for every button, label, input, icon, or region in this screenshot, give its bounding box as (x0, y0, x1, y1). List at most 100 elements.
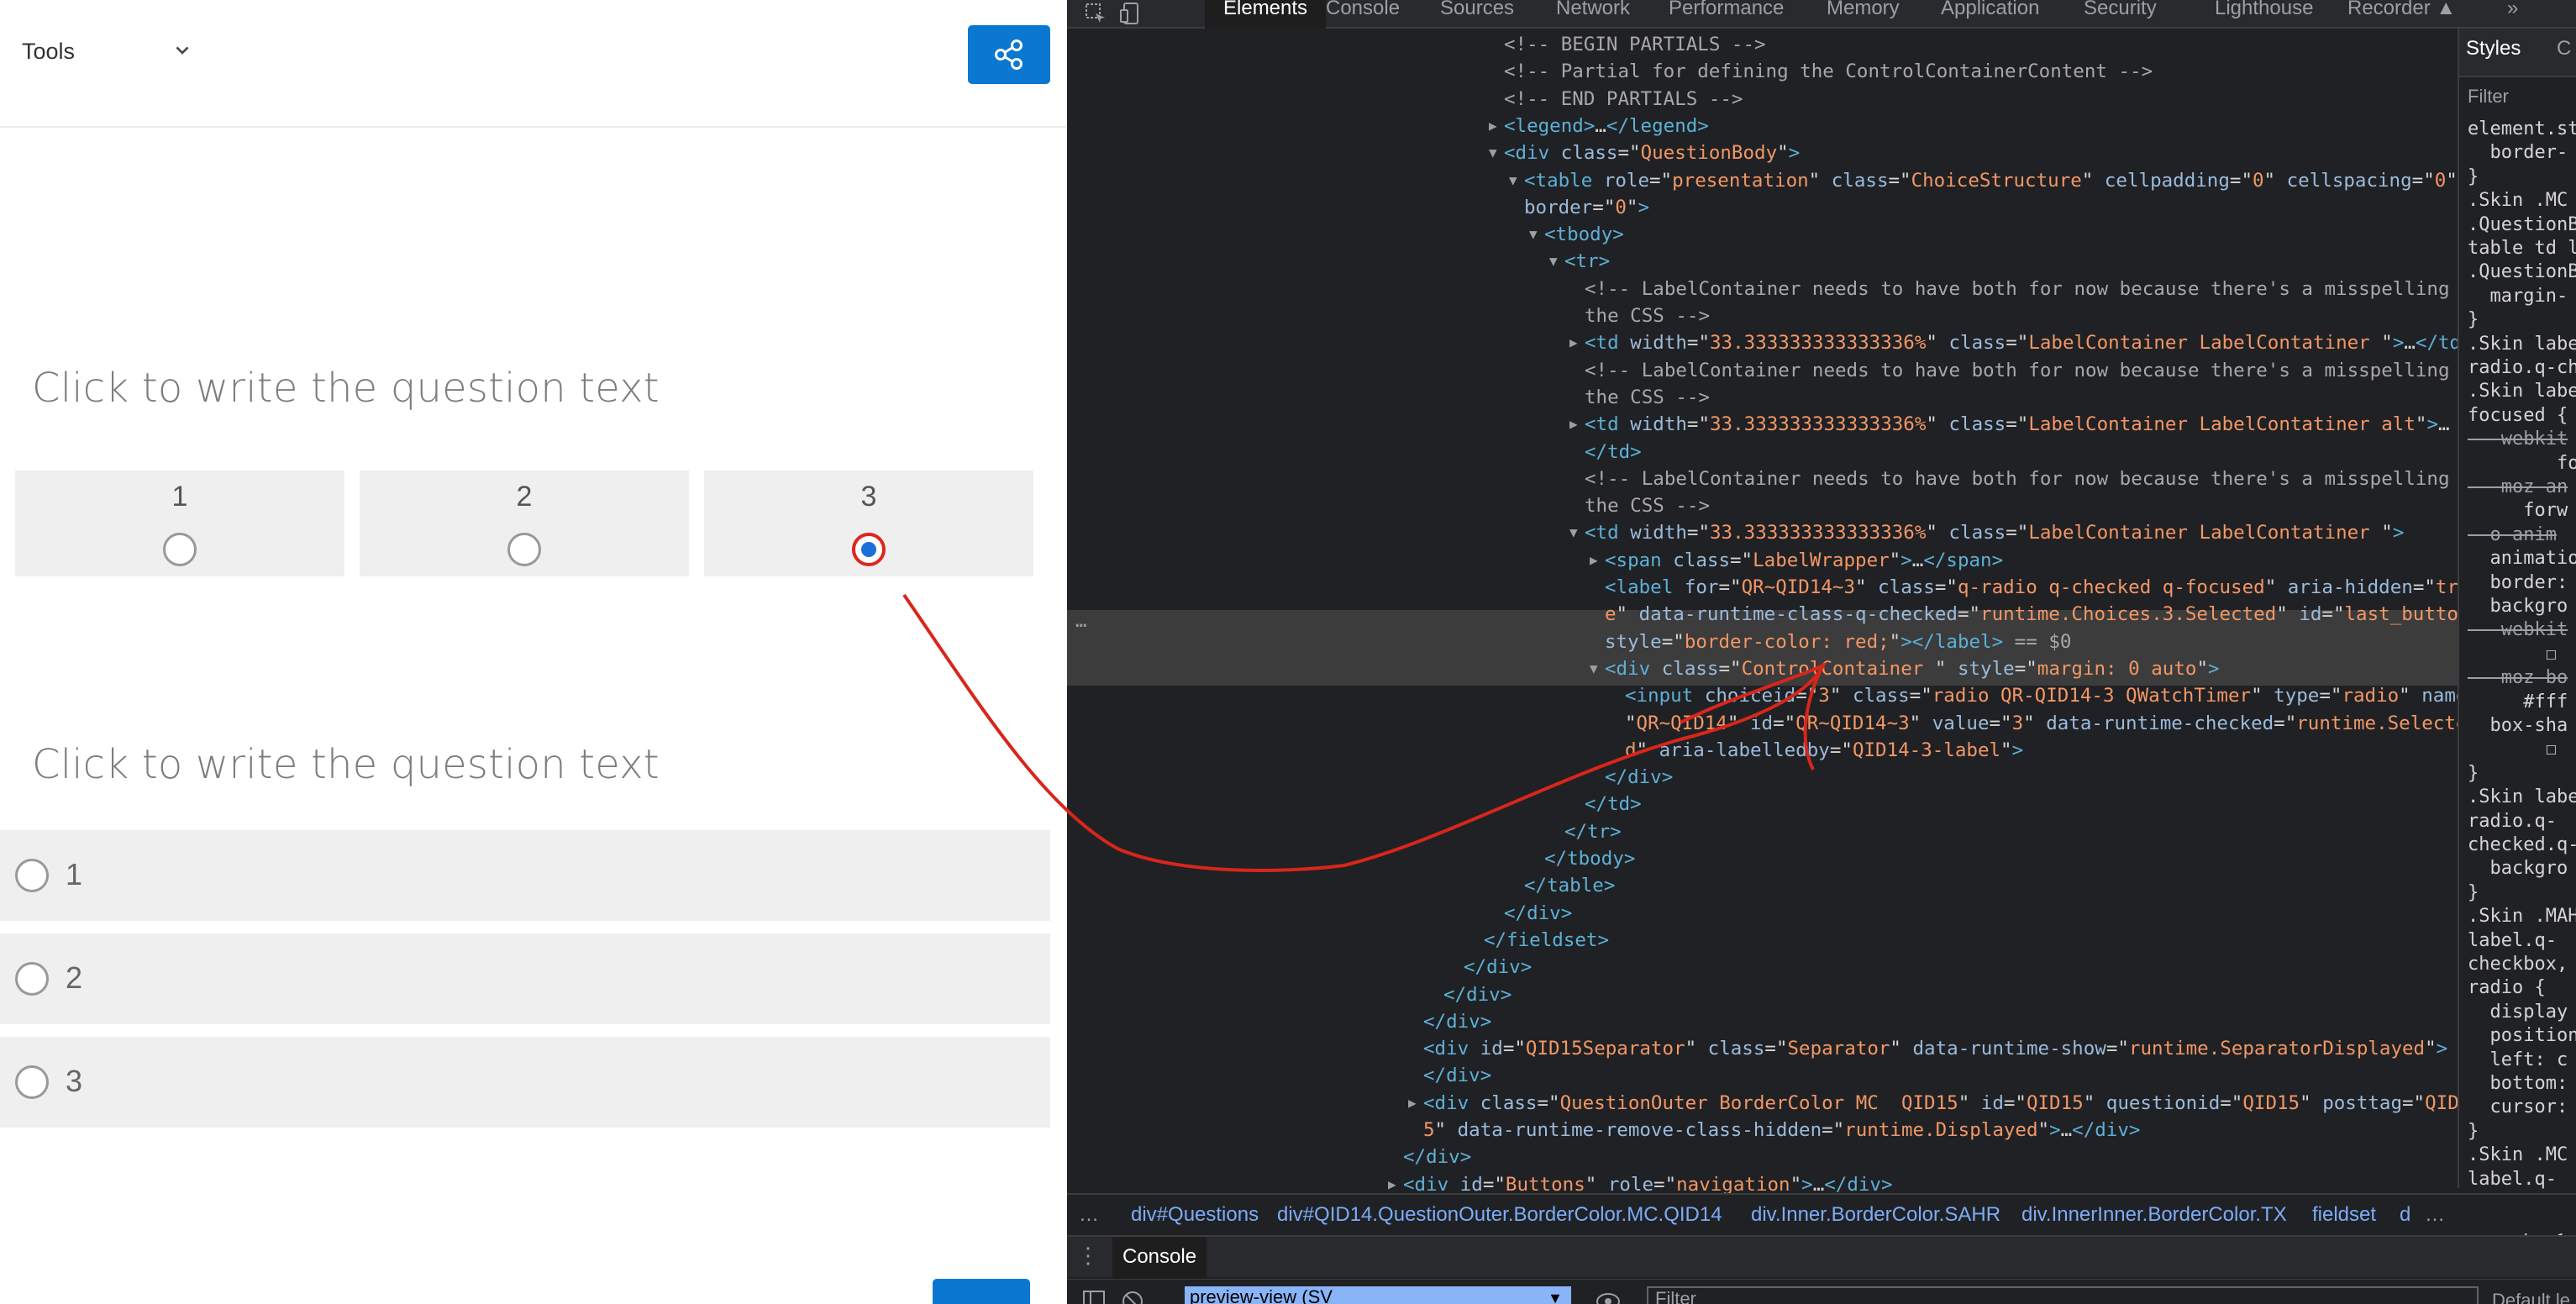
dom-node-line[interactable]: e" data-runtime-class-q-checked="runtime… (1605, 602, 2481, 627)
dom-node-line[interactable]: 5" data-runtime-remove-class-hidden="run… (1423, 1117, 2140, 1143)
sidebar-toggle-icon[interactable] (1082, 1290, 1106, 1304)
dom-node-line[interactable]: the CSS --> (1585, 493, 1710, 518)
expand-triangle-icon[interactable]: ▼ (1569, 520, 1578, 545)
more-tabs-icon[interactable]: » (2507, 0, 2518, 29)
dom-node-line[interactable]: ▼ <td width="33.333333333333336%" class="… (1569, 520, 2404, 545)
eye-icon[interactable] (1595, 1290, 1622, 1304)
choice-row-1[interactable]: 1 (0, 830, 1050, 921)
tab-console-drawer[interactable]: Console (1112, 1237, 1207, 1279)
breadcrumb-item[interactable]: div#Questions (1131, 1203, 1259, 1227)
tab-performance[interactable]: Performance (1669, 0, 1784, 29)
tab-styles[interactable]: Styles (2466, 37, 2521, 60)
inspect-element-icon[interactable] (1084, 2, 1107, 25)
dom-node-line[interactable]: </fieldset> (1484, 928, 1609, 953)
dom-node-line[interactable]: "QR~QID14" id="QR~QID14~3" value="3" dat… (1625, 711, 2467, 736)
dom-node-line[interactable]: </div> (1423, 1063, 1491, 1088)
expand-triangle-icon[interactable]: ▼ (1549, 249, 1558, 274)
tab-security[interactable]: Security (2084, 0, 2157, 29)
dom-node-line[interactable]: ▶ <td width="33.333333333333336%" class="… (1569, 412, 2450, 437)
choice-3-cell[interactable]: 3 (704, 471, 1033, 576)
collapse-triangle-icon[interactable]: ▶ (1489, 113, 1497, 139)
collapse-triangle-icon[interactable]: ▶ (1408, 1091, 1417, 1116)
next-button[interactable] (933, 1279, 1030, 1304)
dom-node-line[interactable]: </div> (1443, 982, 1511, 1007)
tab-recorder[interactable]: Recorder ▲ (2347, 0, 2456, 29)
radio-button-selected[interactable] (852, 533, 886, 566)
dom-node-line[interactable]: <div id="QID15Separator" class="Separato… (1423, 1036, 2447, 1061)
breadcrumb-item[interactable]: div.Inner.BorderColor.SAHR (1751, 1203, 2000, 1227)
dom-node-line[interactable]: ▶ <td width="33.333333333333336%" class="… (1569, 330, 2473, 355)
dom-node-line[interactable]: </div> (1464, 954, 1532, 980)
dom-node-line[interactable]: <!-- END PARTIALS --> (1504, 87, 1743, 112)
question-2-text[interactable]: Click to write the question text (32, 741, 660, 788)
drawer-menu-icon[interactable]: ⋮ (1077, 1244, 1099, 1269)
tab-memory[interactable]: Memory (1827, 0, 1900, 29)
choice-row-3[interactable]: 3 (0, 1037, 1050, 1128)
dom-node-line[interactable]: ▶ <span class="LabelWrapper">…</span> (1590, 548, 2003, 573)
expand-triangle-icon[interactable]: ▼ (1489, 140, 1497, 166)
expand-triangle-icon[interactable]: ▼ (1529, 222, 1538, 247)
dom-node-line[interactable]: <!-- Partial for defining the ControlCon… (1504, 59, 2153, 84)
dom-node-line[interactable]: ▼ <div class="ControlContainer " style="m… (1590, 656, 2220, 681)
tab-lighthouse[interactable]: Lighthouse (2215, 0, 2313, 29)
dom-node-line[interactable]: </tr> (1564, 819, 1622, 844)
choice-1-cell[interactable]: 1 (15, 471, 344, 576)
dom-node-line[interactable]: </div> (1504, 901, 1572, 926)
tools-dropdown[interactable]: Tools (22, 39, 189, 65)
expand-triangle-icon[interactable]: ▼ (1590, 656, 1598, 681)
execution-context-select[interactable]: preview-view (SV ▼ (1185, 1286, 1571, 1304)
more-actions-icon[interactable]: … (1075, 608, 1087, 634)
choice-row-2[interactable]: 2 (0, 933, 1050, 1024)
dom-node-line[interactable]: d" aria-labelledby="QID14-3-label"> (1625, 738, 2023, 763)
radio-button[interactable] (15, 859, 49, 892)
collapse-triangle-icon[interactable]: ▶ (1569, 330, 1578, 355)
clear-console-icon[interactable] (1121, 1290, 1144, 1304)
radio-button[interactable] (15, 962, 49, 996)
dom-node-line[interactable]: style="border-color: red;"></label> == $… (1605, 629, 2071, 655)
dom-node-line[interactable]: <!-- LabelContainer needs to have both f… (1585, 358, 2484, 383)
dom-node-line[interactable]: ▼ <tr> (1549, 249, 1610, 274)
tab-elements[interactable]: Elements (1205, 0, 1327, 29)
breadcrumb-item[interactable]: fieldset (2312, 1203, 2376, 1227)
choice-2-cell[interactable]: 2 (360, 471, 689, 576)
styles-filter-input[interactable]: Filter (2468, 86, 2509, 108)
dom-node-line[interactable]: <!-- LabelContainer needs to have both f… (1585, 466, 2484, 492)
collapse-triangle-icon[interactable]: ▶ (1569, 412, 1578, 437)
dom-node-line[interactable]: ▼ <table role="presentation" class="Choic… (1509, 168, 2458, 193)
dom-node-line[interactable]: ▼ <div class="QuestionBody"> (1489, 140, 1800, 166)
dom-node-line[interactable]: the CSS --> (1585, 385, 1710, 410)
breadcrumb-overflow[interactable]: … (2425, 1203, 2445, 1227)
expand-triangle-icon[interactable]: ▼ (1509, 168, 1517, 193)
console-filter-input[interactable]: Filter (1647, 1286, 2479, 1304)
dom-node-line[interactable]: ▼ <tbody> (1529, 222, 1624, 247)
tab-network[interactable]: Network (1556, 0, 1630, 29)
question-1-text[interactable]: Click to write the question text (32, 365, 660, 412)
radio-button[interactable] (163, 533, 197, 566)
dom-node-line[interactable]: <input choiceid="3" class="radio QR-QID1… (1625, 683, 2479, 708)
breadcrumb-item[interactable]: div#QID14.QuestionOuter.BorderColor.MC.Q… (1277, 1203, 1722, 1227)
collapse-triangle-icon[interactable]: ▶ (1590, 548, 1598, 573)
tab-sources[interactable]: Sources (1440, 0, 1514, 29)
device-toolbar-icon[interactable] (1119, 2, 1143, 25)
dom-node-line[interactable]: </div> (1605, 765, 1673, 790)
share-button[interactable] (968, 25, 1050, 84)
dom-node-line[interactable]: ▶ <legend>…</legend> (1489, 113, 1709, 139)
tab-computed[interactable]: C (2557, 37, 2571, 60)
breadcrumb-overflow[interactable]: … (1079, 1203, 1099, 1227)
log-levels-dropdown[interactable]: Default le (2492, 1290, 2570, 1304)
dom-node-line[interactable]: <label for="QR~QID14~3" class="q-radio q… (1605, 575, 2470, 600)
dom-node-line[interactable]: ▶ <div class="QuestionOuter BorderColor M… (1408, 1091, 2470, 1116)
dom-node-line[interactable]: <!-- BEGIN PARTIALS --> (1504, 32, 1766, 57)
dom-node-line[interactable]: </td> (1585, 791, 1642, 817)
radio-button[interactable] (507, 533, 541, 566)
dom-node-line[interactable]: </table> (1524, 873, 1615, 898)
tab-console[interactable]: Console (1326, 0, 1400, 29)
dom-node-line[interactable]: </td> (1585, 439, 1642, 465)
dom-node-line[interactable]: </div> (1423, 1009, 1491, 1034)
dom-node-line[interactable]: the CSS --> (1585, 303, 1710, 329)
breadcrumb-item[interactable]: d (2400, 1203, 2410, 1227)
dom-node-line[interactable]: <!-- LabelContainer needs to have both f… (1585, 276, 2484, 302)
breadcrumb-item[interactable]: div.InnerInner.BorderColor.TX (2021, 1203, 2287, 1227)
tab-application[interactable]: Application (1941, 0, 2039, 29)
dom-node-line[interactable]: border="0"> (1524, 195, 1649, 220)
